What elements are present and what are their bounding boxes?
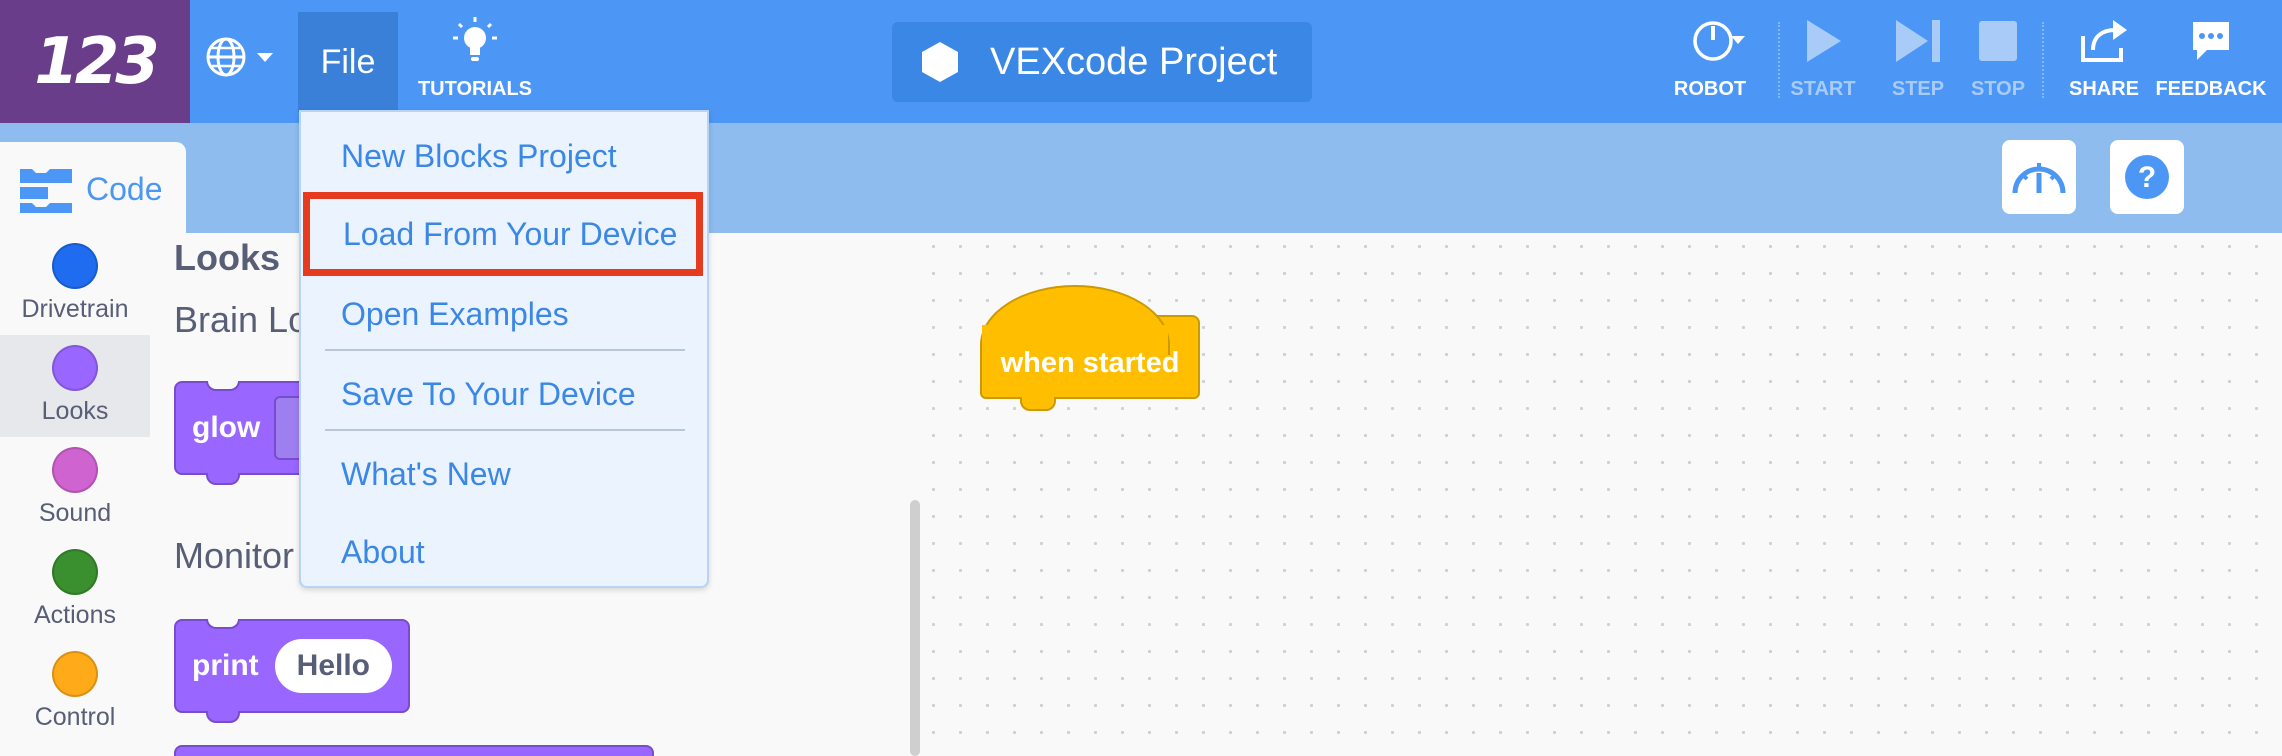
category-sound[interactable]: Sound bbox=[0, 437, 150, 539]
project-name-field[interactable]: VEXcode Project bbox=[892, 22, 1312, 102]
stop-icon bbox=[1979, 21, 2017, 61]
globe-icon bbox=[206, 37, 246, 77]
step-button[interactable]: STEP bbox=[1880, 18, 1956, 108]
dashboard-button[interactable] bbox=[2002, 140, 2076, 214]
menu-item-save-to-device[interactable]: Save To Your Device bbox=[301, 362, 707, 426]
category-actions[interactable]: Actions bbox=[0, 539, 150, 641]
help-question-icon: ? bbox=[2125, 155, 2169, 199]
block-notch bbox=[206, 381, 240, 391]
start-button[interactable]: START bbox=[1785, 18, 1861, 108]
menu-item-load-from-device[interactable]: Load From Your Device bbox=[303, 192, 703, 276]
menu-divider bbox=[325, 349, 685, 351]
category-drivetrain[interactable]: Drivetrain bbox=[0, 233, 150, 335]
menu-item-label: Load From Your Device bbox=[343, 215, 678, 252]
palette-subsection-title: Brain Lo bbox=[174, 299, 309, 340]
dashboard-gauge-icon bbox=[2012, 163, 2066, 194]
when-started-hat-block[interactable]: when started bbox=[980, 285, 1200, 413]
category-label: Looks bbox=[41, 397, 109, 425]
block-bump bbox=[206, 711, 240, 723]
category-label: Sound bbox=[38, 499, 112, 527]
print-block-label: print bbox=[192, 649, 259, 682]
category-label: Control bbox=[34, 703, 116, 731]
svg-text:?: ? bbox=[2138, 161, 2156, 194]
category-control[interactable]: Control bbox=[0, 641, 150, 743]
step-label: STEP bbox=[1891, 78, 1945, 100]
logo-text: 123 bbox=[34, 24, 160, 99]
feedback-button[interactable]: FEEDBACK bbox=[2155, 18, 2267, 108]
next-block[interactable] bbox=[174, 745, 654, 756]
print-text-input[interactable]: Hello bbox=[274, 639, 393, 693]
feedback-label: FEEDBACK bbox=[2155, 78, 2267, 100]
menu-item-label: What's New bbox=[341, 455, 511, 492]
menu-item-whats-new[interactable]: What's New bbox=[301, 442, 707, 506]
caret-down-icon bbox=[257, 53, 273, 62]
vexcode-123-logo: 123 bbox=[0, 0, 190, 123]
menu-divider bbox=[325, 429, 685, 431]
file-menu-button[interactable]: File bbox=[298, 12, 398, 112]
share-button[interactable]: SHARE bbox=[2066, 18, 2142, 108]
menu-item-label: Open Examples bbox=[341, 295, 569, 332]
category-color-dot bbox=[52, 447, 98, 493]
category-color-dot bbox=[52, 549, 98, 595]
palette-section-title: Looks bbox=[174, 237, 281, 278]
stop-label: STOP bbox=[1970, 78, 2026, 100]
lightbulb-icon bbox=[453, 17, 497, 61]
menu-item-label: Save To Your Device bbox=[341, 375, 636, 412]
palette-scrollbar[interactable] bbox=[910, 500, 920, 756]
file-menu-label: File bbox=[320, 42, 376, 81]
project-name: VEXcode Project bbox=[990, 40, 1278, 83]
category-looks[interactable]: Looks bbox=[0, 335, 150, 437]
category-label: Drivetrain bbox=[21, 295, 129, 323]
menu-item-about[interactable]: About bbox=[301, 520, 707, 584]
share-label: SHARE bbox=[2068, 78, 2139, 100]
top-menu-bar: 123 File TUTORIALS VEXcode Project ROBOT… bbox=[0, 0, 2282, 123]
help-button[interactable]: ? bbox=[2110, 140, 2184, 214]
category-color-dot bbox=[52, 243, 98, 289]
robot-brain-icon bbox=[1693, 21, 1745, 61]
language-menu-button[interactable] bbox=[205, 36, 275, 78]
tutorials-label: TUTORIALS bbox=[417, 78, 533, 100]
tutorials-button[interactable]: TUTORIALS bbox=[415, 16, 535, 106]
toolbar-separator bbox=[2042, 22, 2044, 98]
stop-button[interactable]: STOP bbox=[1960, 18, 2036, 108]
menu-item-open-examples[interactable]: Open Examples bbox=[301, 282, 707, 346]
code-blocks-icon bbox=[20, 168, 72, 213]
glow-block-label: glow bbox=[192, 411, 261, 444]
file-dropdown-menu: New Blocks Project Load From Your Device… bbox=[299, 110, 709, 588]
category-color-dot bbox=[52, 651, 98, 697]
step-icon bbox=[1896, 20, 1940, 62]
block-bump bbox=[206, 473, 240, 485]
tab-code-label: Code bbox=[86, 171, 163, 207]
menu-item-label: New Blocks Project bbox=[341, 137, 617, 174]
category-label: Actions bbox=[34, 601, 116, 629]
menu-item-new-blocks-project[interactable]: New Blocks Project bbox=[301, 124, 707, 188]
share-icon bbox=[2081, 20, 2127, 62]
toolbar-separator bbox=[1778, 22, 1780, 98]
hat-block-bump bbox=[1020, 397, 1056, 411]
category-color-dot bbox=[52, 345, 98, 391]
start-label: START bbox=[1790, 78, 1856, 100]
when-started-label: when started bbox=[1000, 347, 1180, 379]
robot-label: ROBOT bbox=[1673, 78, 1747, 100]
block-notch bbox=[206, 619, 240, 629]
robot-button[interactable]: ROBOT bbox=[1660, 18, 1760, 108]
tab-code[interactable]: Code bbox=[0, 142, 186, 237]
hexagon-icon bbox=[922, 42, 958, 82]
menu-item-label: About bbox=[341, 533, 425, 570]
play-icon bbox=[1807, 20, 1841, 62]
print-block[interactable]: print Hello bbox=[174, 619, 410, 723]
feedback-chat-icon bbox=[2193, 22, 2229, 60]
category-menu: Drivetrain Looks Sound Actions Control bbox=[0, 233, 150, 756]
